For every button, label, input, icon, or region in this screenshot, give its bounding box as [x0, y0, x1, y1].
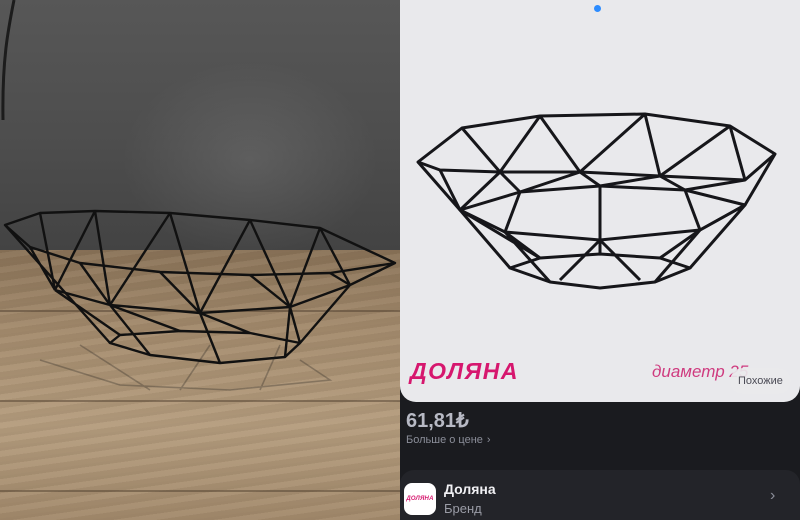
- price: 61,81₺: [406, 410, 469, 432]
- product-image[interactable]: ДОЛЯНА диаметр 25 Похожие: [400, 0, 800, 402]
- brand-avatar-logo: ДОЛЯНА: [406, 496, 434, 502]
- brand-name[interactable]: Доляна: [444, 481, 496, 497]
- left-photo: [0, 0, 400, 520]
- price-more-label[interactable]: Больше о цене: [406, 434, 483, 446]
- brand-avatar[interactable]: ДОЛЯНА: [404, 483, 436, 515]
- brand-card[interactable]: ДОЛЯНА Доляна Бренд ›: [400, 470, 800, 520]
- chevron-right-icon[interactable]: ›: [770, 487, 775, 505]
- wire-basket-photo: [3, 209, 397, 391]
- chevron-right-icon[interactable]: ›: [487, 434, 491, 446]
- brand-logo: ДОЛЯНА: [410, 358, 519, 384]
- plank-line: [0, 400, 400, 402]
- product-card-panel: ДОЛЯНА диаметр 25 Похожие 61,81₺ Больше …: [400, 0, 800, 520]
- price-more-link[interactable]: Больше о цене ›: [406, 434, 491, 446]
- plank-line: [0, 490, 400, 492]
- brand-type: Бренд: [444, 501, 482, 516]
- wire-basket-product: [416, 112, 777, 290]
- similar-button[interactable]: Похожие: [730, 368, 791, 394]
- cable: [1, 0, 16, 120]
